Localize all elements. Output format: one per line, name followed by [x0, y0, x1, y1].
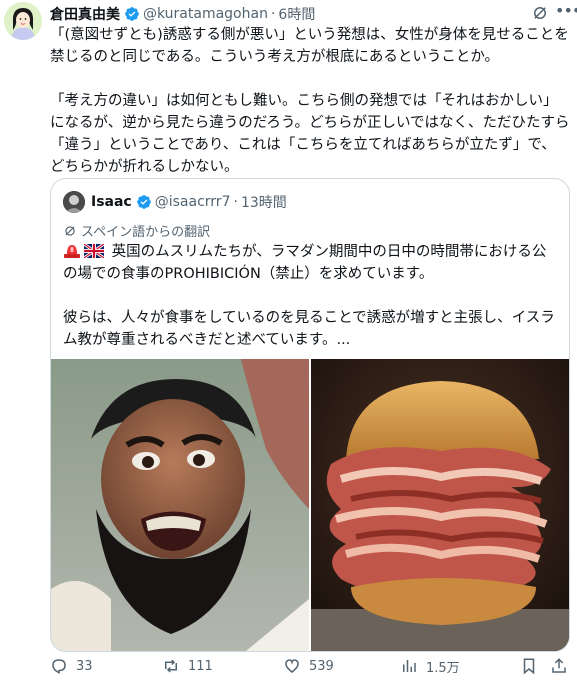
quoted-paragraph: 英国のムスリムたちが、ラマダン期間中の日中の時間帯における公の場での食事のPRO…	[63, 241, 559, 285]
tweet-paragraph: 「考え方の違い」は如何ともし難い。こちら側の発想では「それはおかしい」になるが、…	[50, 93, 570, 175]
quoted-paragraph-text: 英国のムスリムたちが、ラマダン期間中の日中の時間帯における公の場での食事のPRO…	[63, 244, 547, 282]
translate-icon	[65, 225, 75, 236]
repost-icon	[165, 659, 177, 673]
reply-icon	[52, 659, 66, 674]
view-count: 1.5万	[426, 660, 460, 676]
quoted-tweet-header: Isaac @isaacrrr7 · 13時間	[63, 191, 287, 213]
tweet-paragraph: 「(意図せずとも)誘惑する側が悪い」という発想は、女性が身体を見せることを禁じる…	[50, 27, 569, 65]
quoted-media	[51, 359, 569, 651]
quoted-tweet-text: 英国のムスリムたちが、ラマダン期間中の日中の時間帯における公の場での食事のPRO…	[63, 241, 559, 351]
author-name[interactable]: 倉田真由美	[50, 4, 120, 24]
siren-icon	[64, 245, 80, 258]
like-count: 539	[309, 658, 334, 674]
reply-count: 33	[76, 658, 93, 674]
quoted-author-name: Isaac	[91, 194, 132, 210]
like-button[interactable]: 539	[283, 655, 334, 677]
quoted-author-avatar	[63, 191, 85, 213]
share-icon	[552, 658, 566, 673]
share-button[interactable]	[550, 655, 576, 677]
quoted-tweet[interactable]: Isaac @isaacrrr7 · 13時間 スペイン語からの翻訳 英国のムス…	[50, 178, 570, 652]
repost-count: 111	[188, 658, 213, 674]
author-handle[interactable]: @kuratamagohan	[143, 6, 268, 22]
bookmark-icon	[523, 658, 535, 675]
separator-dot: ·	[233, 194, 238, 210]
separator-dot: ·	[270, 6, 276, 22]
action-bar: 33 111 539 1.5万	[50, 655, 570, 677]
translated-label: スペイン語からの翻訳	[81, 225, 211, 240]
verified-badge-icon	[125, 7, 139, 21]
photo-bacon-burger[interactable]	[311, 359, 569, 651]
grok-icon[interactable]	[531, 4, 549, 22]
views-icon	[403, 660, 416, 672]
photo-man[interactable]	[51, 359, 309, 651]
views-button[interactable]: 1.5万	[400, 655, 460, 677]
tweet-header: 倉田真由美 @kuratamagohan · 6時間	[50, 4, 569, 24]
repost-button[interactable]: 111	[162, 655, 213, 677]
quoted-timestamp: 13時間	[240, 195, 287, 211]
quoted-paragraph: 彼らは、人々が食事をしているのを見ることで誘惑が増すと主張し、イスラム教が尊重さ…	[63, 310, 555, 348]
verified-badge-icon	[136, 195, 151, 209]
bookmark-button[interactable]	[520, 655, 546, 677]
translated-notice: スペイン語からの翻訳	[63, 221, 210, 240]
uk-flag-icon	[84, 244, 104, 258]
quoted-author-handle: @isaacrrr7	[154, 194, 231, 210]
tweet-text: 「(意図せずとも)誘惑する側が悪い」という発想は、女性が身体を見せることを禁じる…	[50, 24, 570, 178]
reply-button[interactable]: 33	[50, 655, 93, 677]
timestamp[interactable]: 6時間	[278, 4, 315, 24]
like-icon	[285, 659, 299, 673]
author-avatar[interactable]	[4, 2, 42, 40]
more-icon[interactable]: •••	[555, 3, 577, 22]
